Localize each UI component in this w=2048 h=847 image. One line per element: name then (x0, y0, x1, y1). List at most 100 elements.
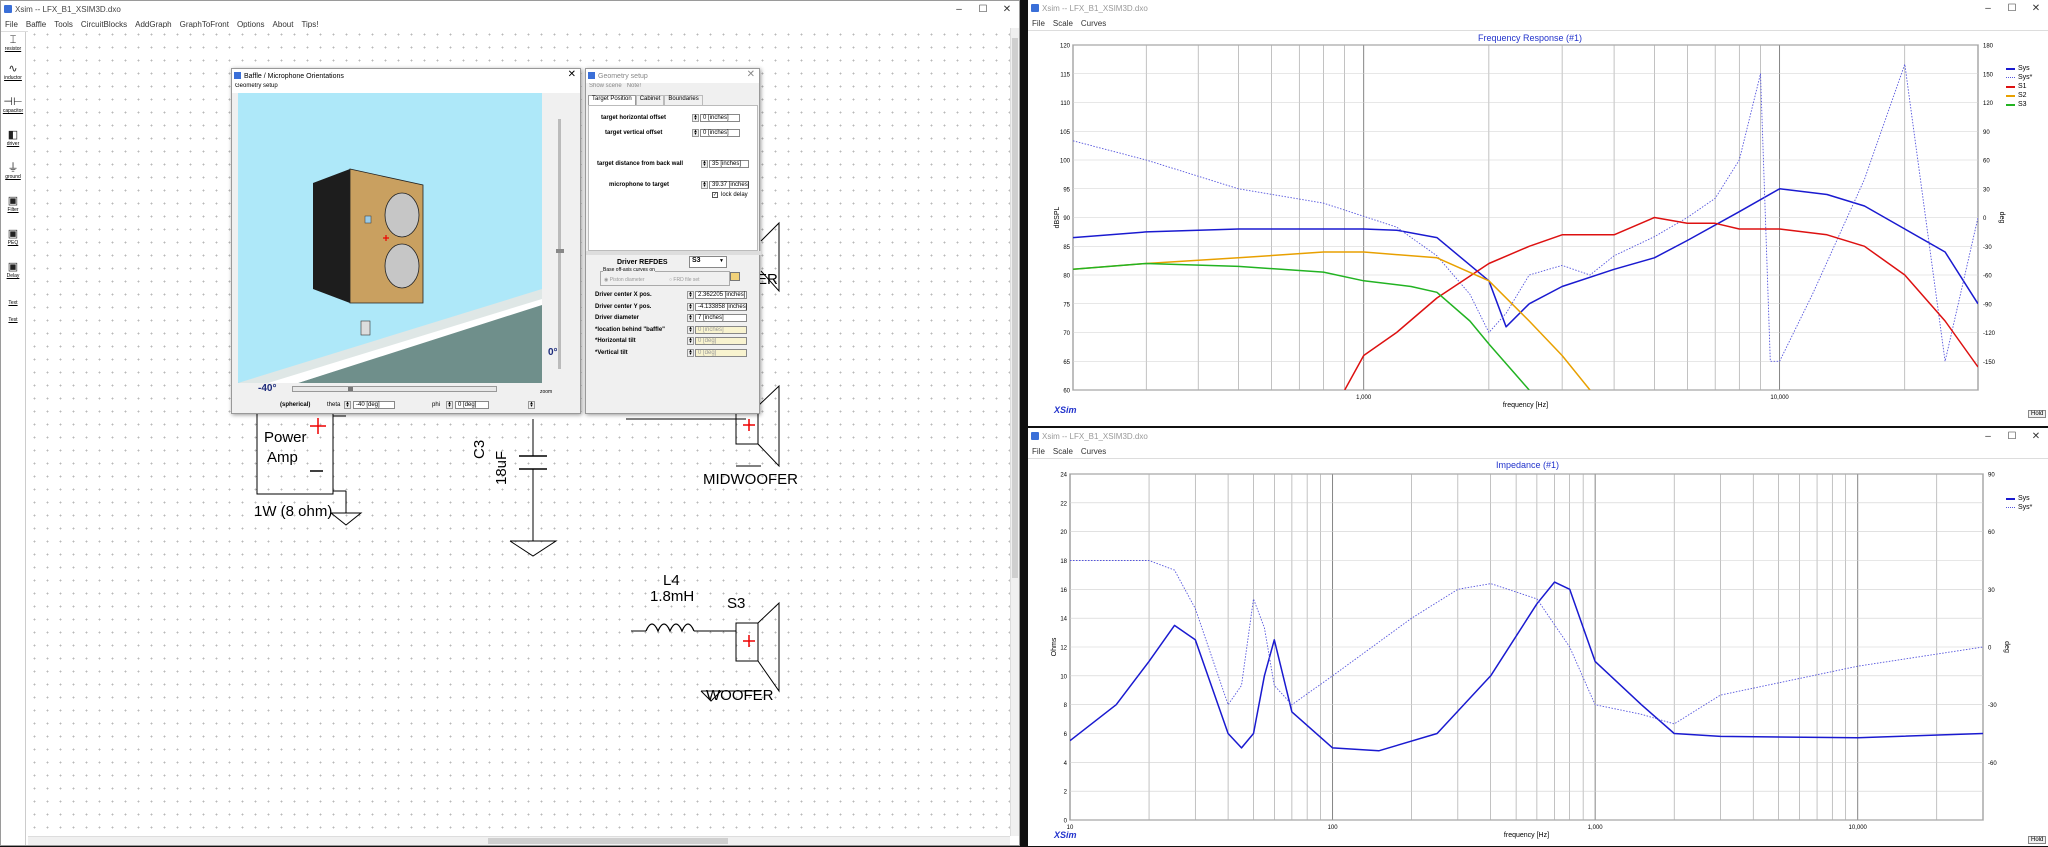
y-tick-label: 100 (1060, 159, 1071, 165)
y-tick-label: 22 (1060, 501, 1067, 507)
horizontal-angle-slider[interactable] (292, 386, 497, 392)
xsim-brand: XSim (1054, 405, 1077, 415)
driver-field-input[interactable]: 0 [inches] (695, 325, 747, 334)
geometry-dialog-title-bar: Geometry setup ✕ (586, 69, 759, 83)
impedance-chart[interactable]: 024681012141618202224-60-30030609010 100 1… (1028, 428, 2048, 846)
driver-field-label: *Vertical tilt (595, 349, 628, 356)
target-vertical-spinner[interactable]: ▴ ▾ (692, 129, 699, 137)
mic-to-target-field[interactable]: 39.37 [inches] (709, 181, 749, 189)
driver-field-input[interactable]: 2.362205 [inches] (695, 291, 747, 299)
y2-tick-label: 90 (1988, 473, 1995, 479)
driver-field-spinner[interactable]: ▴ ▾ (687, 291, 694, 299)
driver-field-input[interactable]: 0 [deg] (695, 337, 747, 345)
base-offaxis-label: Base off-axis curves on (603, 267, 655, 273)
frequency-window: Xsim -- LFX_B1_XSIM3D.dxo – ☐ ✕ File Sca… (1028, 0, 2048, 426)
y-tick-label: 10 (1060, 674, 1067, 680)
y-tick-label: 24 (1060, 473, 1067, 479)
driver-field-spinner[interactable]: ▴ ▾ (687, 325, 694, 334)
driver-field-label: Driver center Y pos. (595, 303, 652, 310)
base-offaxis-group: Base off-axis curves on ◉ Piston diamete… (600, 267, 730, 286)
woofer-label: WOOFER (706, 687, 774, 704)
target-horizontal-field[interactable]: 0 [inches] (700, 114, 740, 122)
l4-name-label: L4 (663, 572, 680, 589)
y-tick-label: 85 (1063, 245, 1070, 251)
theta-spinner[interactable]: ▴ ▾ (344, 401, 351, 409)
close-icon[interactable]: ✕ (747, 69, 755, 80)
y-tick-label: 6 (1064, 732, 1068, 738)
legend-swatch (2006, 103, 2015, 106)
hold-button[interactable]: Hold (2028, 836, 2047, 844)
vertical-scrollbar[interactable] (1010, 28, 1019, 836)
target-horizontal-spinner[interactable]: ▴ ▾ (692, 114, 699, 122)
phi-spinner[interactable]: ▴ ▾ (446, 401, 453, 409)
x-axis-label: frequency [Hz] (1504, 832, 1549, 839)
baffle-3d-view[interactable] (238, 93, 542, 383)
y2-tick-label: 0 (1983, 216, 1987, 222)
legend-label: Sys* (2018, 504, 2033, 511)
y-tick-label: 90 (1063, 216, 1070, 222)
freq-legend: Sys Sys* S1 S2 S3 (2006, 64, 2032, 109)
midwoofer-label: MIDWOOFER (703, 471, 798, 488)
legend-label: Sys (2018, 65, 2030, 72)
target-distance-field[interactable]: 35 [inches] (709, 160, 749, 168)
angle-right-label: 0° (548, 347, 558, 358)
driver-field-label: Driver center X pos. (595, 292, 652, 298)
mic-to-target-label: microphone to target (609, 182, 670, 188)
vertical-angle-slider[interactable] (546, 109, 580, 384)
legend-entry: S3 (2006, 100, 2032, 109)
legend-label: Sys* (2018, 74, 2033, 81)
frd-file-set-radio[interactable]: ○ FRD file set (669, 277, 700, 283)
horizontal-scrollbar[interactable] (28, 836, 1010, 845)
target-vertical-field[interactable]: 0 [inches] (700, 129, 740, 137)
legend-entry: Sys (2006, 64, 2032, 73)
y-axis-label: dBSPL (1054, 206, 1061, 228)
x-tick-label: 1,000 (1588, 825, 1604, 831)
amp-rating-label: 1W (8 ohm) (254, 503, 333, 520)
piston-diameter-radio[interactable]: ◉ Piston diameter (604, 277, 645, 283)
chevron-down-icon: ▼ (719, 258, 724, 264)
y-tick-label: 2 (1064, 790, 1068, 796)
y2-tick-label: 150 (1983, 72, 1994, 78)
y-tick-label: 12 (1060, 646, 1067, 652)
l4-value-label: 1.8mH (650, 588, 695, 605)
folder-icon[interactable] (730, 272, 740, 281)
mic-to-target-spinner[interactable]: ▴ ▾ (701, 181, 708, 189)
lock-delay-checkbox[interactable]: ✓ (712, 192, 718, 198)
driver-field-spinner[interactable]: ▴ ▾ (687, 302, 694, 311)
legend-swatch (2006, 76, 2015, 79)
frequency-response-chart[interactable]: 60 65 70 75 80 85 90 95 100 105 110 115 120 -150 -120 -… (1028, 0, 2048, 426)
target-distance-spinner[interactable]: ▴ ▾ (701, 160, 708, 168)
angle-bottom-label: -40° (258, 383, 277, 394)
y-tick-label: 4 (1064, 761, 1068, 767)
menu-show-scene[interactable]: Show scene (589, 83, 622, 89)
geometry-menu: Show scene Note! (586, 83, 759, 93)
driver-field-spinner[interactable]: ▴ ▾ (687, 337, 694, 345)
y2-tick-label: 60 (1988, 530, 1995, 536)
geometry-setup-menu[interactable]: Geometry setup (232, 83, 580, 93)
y2-tick-label: 30 (1983, 187, 1990, 193)
legend-swatch (2006, 85, 2015, 88)
x-tick-label: 10,000 (1849, 825, 1868, 831)
spherical-label: (spherical) (280, 402, 311, 408)
driver-refdes-select[interactable]: S3 ▼ (689, 256, 727, 268)
phi-field[interactable]: 0 [deg] (455, 401, 489, 409)
driver-field-input[interactable]: 0 [deg] (695, 348, 747, 357)
close-icon[interactable]: ✕ (568, 69, 576, 80)
y-tick-label: 18 (1060, 559, 1067, 565)
legend-label: S2 (2018, 92, 2027, 99)
y-tick-label: 14 (1060, 617, 1067, 623)
theta-field[interactable]: -40 [deg] (353, 401, 395, 409)
c3-value-label: 18uF (493, 450, 510, 485)
driver-field-input[interactable]: 7 [inches] (695, 314, 747, 322)
baffle-dialog-title-bar: Baffle / Microphone Orientations ✕ (232, 69, 580, 83)
y2-tick-label: -90 (1983, 302, 1992, 308)
driver-field-spinner[interactable]: ▴ ▾ (687, 348, 694, 357)
zoom-spinner[interactable]: ▴ ▾ (528, 401, 535, 409)
hold-button[interactable]: Hold (2028, 410, 2047, 418)
menu-note[interactable]: Note! (627, 83, 641, 89)
y-tick-label: 105 (1060, 130, 1071, 136)
y-tick-label: 0 (1064, 819, 1068, 825)
driver-field-input[interactable]: -4.133858 [inches] (695, 302, 747, 311)
y-tick-label: 80 (1063, 274, 1070, 280)
driver-field-spinner[interactable]: ▴ ▾ (687, 314, 694, 322)
